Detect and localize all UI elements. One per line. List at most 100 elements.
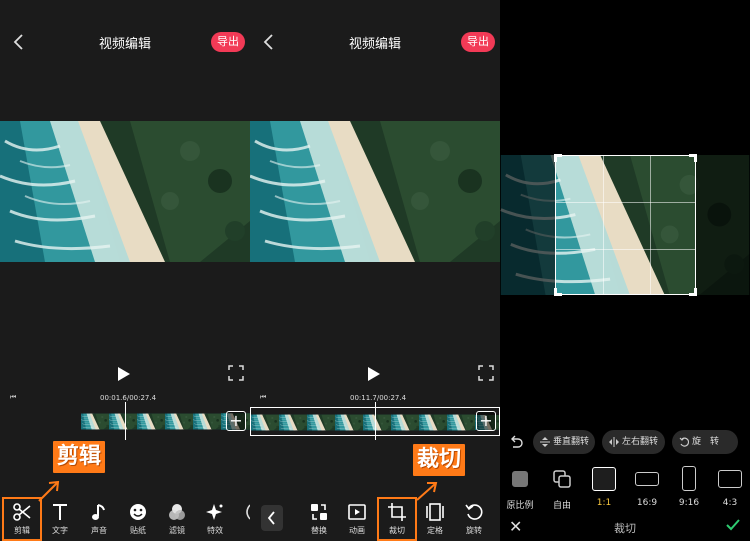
- crop-panel: 垂直翻转 左右翻转 旋 转 原比例 自由 1:1 16:9 9:16 4:3 ✕…: [500, 0, 750, 541]
- fullscreen-icon[interactable]: [228, 365, 244, 381]
- square-ratio-icon: [592, 467, 616, 491]
- animation-icon: [348, 504, 366, 520]
- top-bar: 视频编辑 导出: [250, 24, 500, 60]
- rotate-button[interactable]: 旋 转: [672, 430, 738, 454]
- crop-handle[interactable]: [554, 154, 562, 162]
- callout-label-cut: 剪辑: [53, 441, 106, 473]
- ratio-label: 自由: [552, 501, 571, 511]
- timecode: 00:01.6/00:27.4: [100, 394, 157, 402]
- tool-label: 裁切: [389, 526, 405, 535]
- transform-row: 垂直翻转 左右翻转 旋 转: [500, 430, 750, 454]
- editor-panel-middle: 视频编辑 导出 ⏮ 00:11.7/00:27.4 + 替换 动画 裁切 定格 …: [250, 0, 500, 541]
- undo-icon[interactable]: [509, 435, 523, 449]
- tool-rotate[interactable]: 旋转: [456, 499, 492, 539]
- arrow-icon: [38, 480, 60, 502]
- skip-start-icon[interactable]: ⏮: [10, 393, 16, 402]
- ratio-label: 1:1: [596, 498, 612, 508]
- tool-text[interactable]: 文字: [42, 499, 78, 539]
- export-button[interactable]: 导出: [461, 32, 495, 52]
- flip-horizontal-button[interactable]: 左右翻转: [602, 430, 665, 454]
- freeze-frame-icon: [426, 503, 444, 521]
- tool-cut[interactable]: 剪辑: [2, 497, 42, 541]
- tool-audio[interactable]: 声音: [81, 499, 117, 539]
- ratio-16-9[interactable]: 16:9: [627, 463, 667, 511]
- confirm-check-icon[interactable]: [725, 517, 741, 533]
- skip-start-icon[interactable]: ⏮: [260, 393, 266, 402]
- tool-animation[interactable]: 动画: [339, 499, 375, 539]
- crop-bottom-bar: ✕ 裁切: [500, 514, 750, 540]
- ratio-4-3[interactable]: 4:3: [710, 463, 750, 511]
- tool-sticker[interactable]: 贴纸: [120, 499, 156, 539]
- callout-label-crop: 裁切: [413, 444, 466, 476]
- ratio-1-1[interactable]: 1:1: [584, 463, 624, 511]
- playhead[interactable]: [125, 402, 126, 440]
- tool-label: 贴纸: [130, 526, 146, 535]
- clip-track[interactable]: [81, 407, 250, 436]
- play-icon[interactable]: [367, 366, 381, 382]
- crop-icon: [388, 503, 406, 521]
- crop-title: 裁切: [614, 522, 636, 535]
- filter-icon: [169, 504, 185, 520]
- tool-label: 特效: [207, 526, 223, 535]
- timecode: 00:11.7/00:27.4: [350, 394, 407, 402]
- editor-panel-left: 视频编辑 导出 ⏮ 00:01.6/00:27.4 + 剪辑 文字 声音 贴纸 …: [0, 0, 250, 541]
- tool-label: 替换: [311, 526, 327, 535]
- crop-frame[interactable]: [554, 154, 697, 296]
- smiley-icon: [130, 504, 146, 520]
- flip-vertical-button[interactable]: 垂直翻转: [533, 430, 595, 454]
- chip-label: 旋 转: [692, 437, 720, 447]
- portrait-ratio-icon: [682, 466, 696, 491]
- four-three-ratio-icon: [718, 470, 742, 488]
- playhead[interactable]: [375, 402, 376, 440]
- arrow-icon: [416, 482, 438, 501]
- fullscreen-icon[interactable]: [478, 365, 494, 381]
- tool-label: 旋转: [466, 526, 482, 535]
- scissors-icon: [13, 503, 31, 521]
- export-button[interactable]: 导出: [211, 32, 245, 52]
- music-note-icon: [92, 504, 105, 520]
- rotate-icon: [465, 504, 483, 520]
- tool-label: 定格: [427, 526, 443, 535]
- tool-freeze[interactable]: 定格: [417, 499, 453, 539]
- chevron-left-icon: [267, 511, 275, 525]
- ratio-free[interactable]: 自由: [542, 463, 582, 511]
- crop-handle[interactable]: [689, 154, 697, 162]
- tool-label: 声音: [91, 526, 107, 535]
- crop-handle[interactable]: [689, 288, 697, 296]
- tool-label: 剪辑: [14, 526, 30, 535]
- partial-icon: [246, 504, 250, 520]
- play-icon[interactable]: [117, 366, 131, 382]
- tool-label: 滤镜: [169, 526, 185, 535]
- sparkle-icon: [206, 504, 223, 520]
- ratio-label: 4:3: [722, 498, 738, 508]
- video-preview[interactable]: [250, 121, 500, 262]
- top-bar: 视频编辑 导出: [0, 24, 250, 60]
- tool-label: 文字: [52, 526, 68, 535]
- clip-thumbnails: [81, 407, 250, 436]
- ratio-original[interactable]: 原比例: [500, 463, 540, 511]
- video-preview[interactable]: [0, 121, 250, 262]
- ratio-label: 16:9: [636, 498, 658, 508]
- original-ratio-icon: [512, 471, 528, 487]
- tool-crop[interactable]: 裁切: [377, 497, 417, 541]
- ratio-9-16[interactable]: 9:16: [669, 463, 709, 511]
- tool-effects[interactable]: 特效: [197, 499, 233, 539]
- tool-more-partial[interactable]: [236, 499, 250, 539]
- add-clip-button[interactable]: +: [476, 411, 496, 431]
- chip-label: 垂直翻转: [553, 437, 590, 447]
- toolbar: 替换 动画 裁切 定格 旋转: [250, 497, 500, 541]
- tool-filter[interactable]: 滤镜: [159, 499, 195, 539]
- chip-label: 左右翻转: [622, 437, 659, 447]
- ratio-label: 9:16: [678, 498, 700, 508]
- toolbar-back-button[interactable]: [261, 505, 283, 531]
- free-ratio-icon: [553, 470, 571, 488]
- toolbar: 剪辑 文字 声音 贴纸 滤镜 特效: [0, 497, 250, 541]
- add-clip-button[interactable]: +: [226, 411, 246, 431]
- tool-replace[interactable]: 替换: [301, 499, 337, 539]
- crop-handle[interactable]: [554, 288, 562, 296]
- landscape-ratio-icon: [635, 472, 659, 486]
- aspect-ratio-selector: 原比例 自由 1:1 16:9 9:16 4:3: [500, 463, 750, 511]
- replace-icon: [311, 504, 327, 520]
- flip-vertical-icon: [540, 437, 550, 447]
- tool-label: 动画: [349, 526, 365, 535]
